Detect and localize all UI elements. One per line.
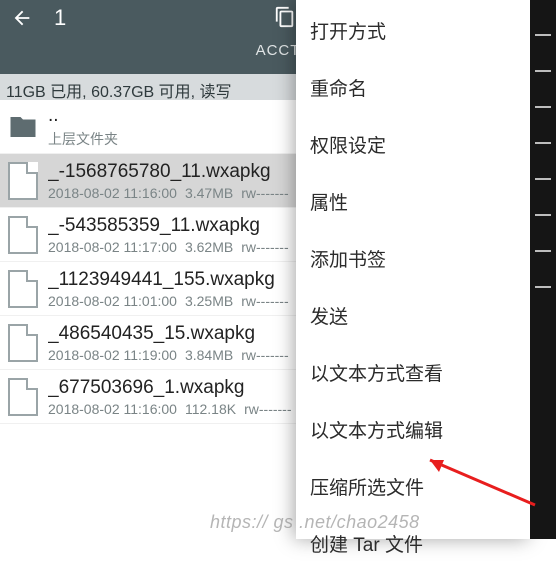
file-icon — [6, 268, 40, 310]
file-icon — [6, 214, 40, 256]
menu-item-8[interactable]: 压缩所选文件 — [296, 458, 530, 515]
file-icon — [6, 322, 40, 364]
menu-item-5[interactable]: 发送 — [296, 287, 530, 344]
menu-item-4[interactable]: 添加书签 — [296, 230, 530, 287]
back-arrow-icon[interactable] — [8, 4, 36, 32]
file-icon — [6, 376, 40, 418]
menu-item-6[interactable]: 以文本方式查看 — [296, 344, 530, 401]
file-icon — [6, 160, 40, 202]
context-menu: 打开方式重命名权限设定属性添加书签发送以文本方式查看以文本方式编辑压缩所选文件创… — [296, 0, 530, 539]
copy-icon[interactable] — [274, 6, 296, 33]
menu-item-2[interactable]: 权限设定 — [296, 116, 530, 173]
menu-item-9[interactable]: 创建 Tar 文件 — [296, 515, 530, 572]
selection-count: 1 — [54, 5, 66, 31]
menu-item-1[interactable]: 重命名 — [296, 59, 530, 116]
menu-item-3[interactable]: 属性 — [296, 173, 530, 230]
system-side-strip — [530, 0, 556, 539]
menu-item-7[interactable]: 以文本方式编辑 — [296, 401, 530, 458]
menu-item-0[interactable]: 打开方式 — [296, 2, 530, 59]
folder-icon — [6, 106, 40, 148]
